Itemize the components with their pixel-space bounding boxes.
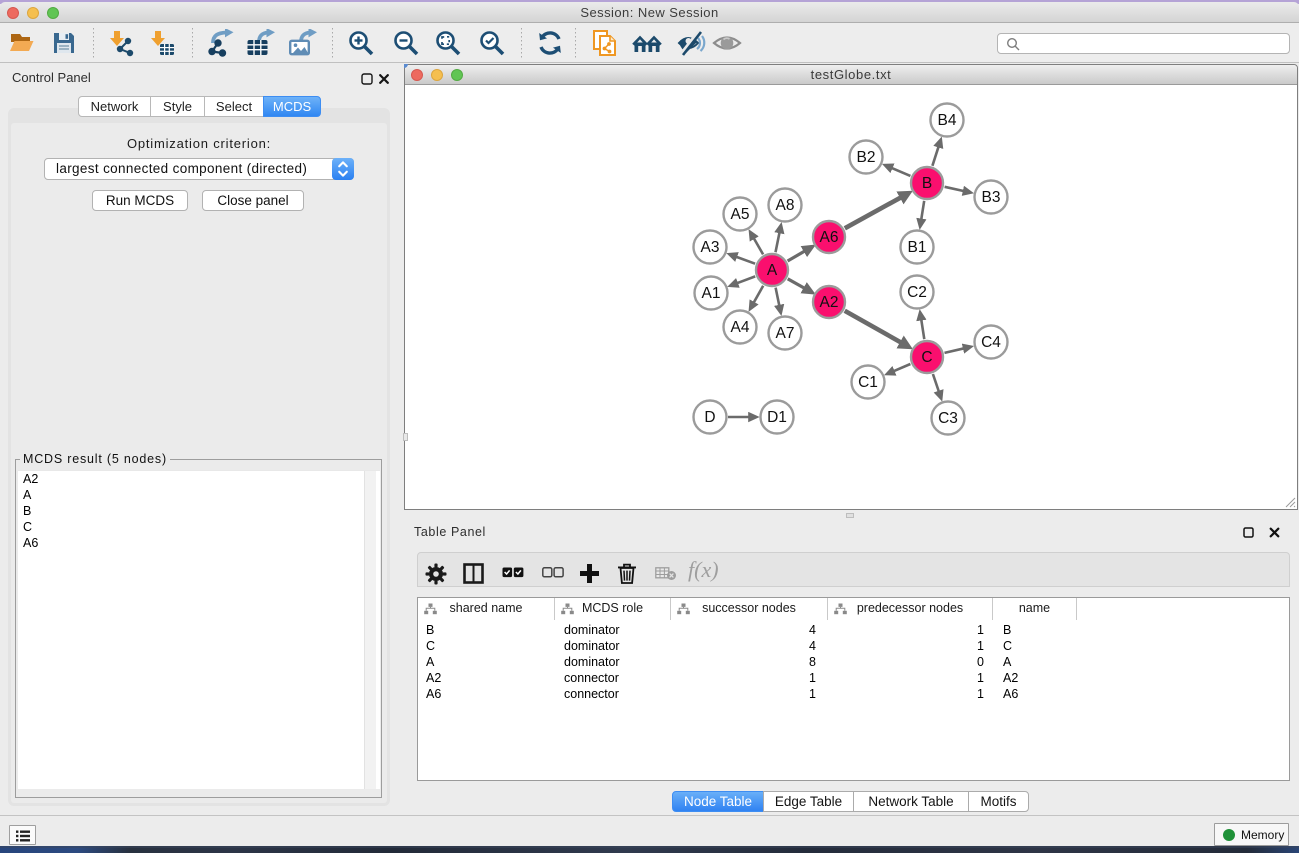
- svg-text:A1: A1: [702, 285, 721, 302]
- svg-text:A: A: [767, 262, 778, 279]
- svg-text:C2: C2: [907, 284, 927, 301]
- svg-text:B4: B4: [938, 112, 957, 129]
- svg-text:C3: C3: [938, 410, 958, 427]
- svg-text:A2: A2: [820, 294, 839, 311]
- svg-text:A8: A8: [776, 197, 795, 214]
- svg-text:A7: A7: [776, 325, 795, 342]
- svg-text:C4: C4: [981, 334, 1001, 351]
- svg-text:C: C: [921, 349, 932, 366]
- svg-text:C1: C1: [858, 374, 878, 391]
- svg-text:A6: A6: [820, 229, 839, 246]
- svg-text:B3: B3: [982, 189, 1001, 206]
- svg-text:A5: A5: [731, 206, 750, 223]
- svg-text:D: D: [704, 409, 715, 426]
- svg-text:B: B: [922, 175, 932, 192]
- svg-text:A3: A3: [701, 239, 720, 256]
- svg-text:A4: A4: [731, 319, 750, 336]
- svg-text:D1: D1: [767, 409, 787, 426]
- svg-text:B2: B2: [857, 149, 876, 166]
- svg-text:B1: B1: [908, 239, 927, 256]
